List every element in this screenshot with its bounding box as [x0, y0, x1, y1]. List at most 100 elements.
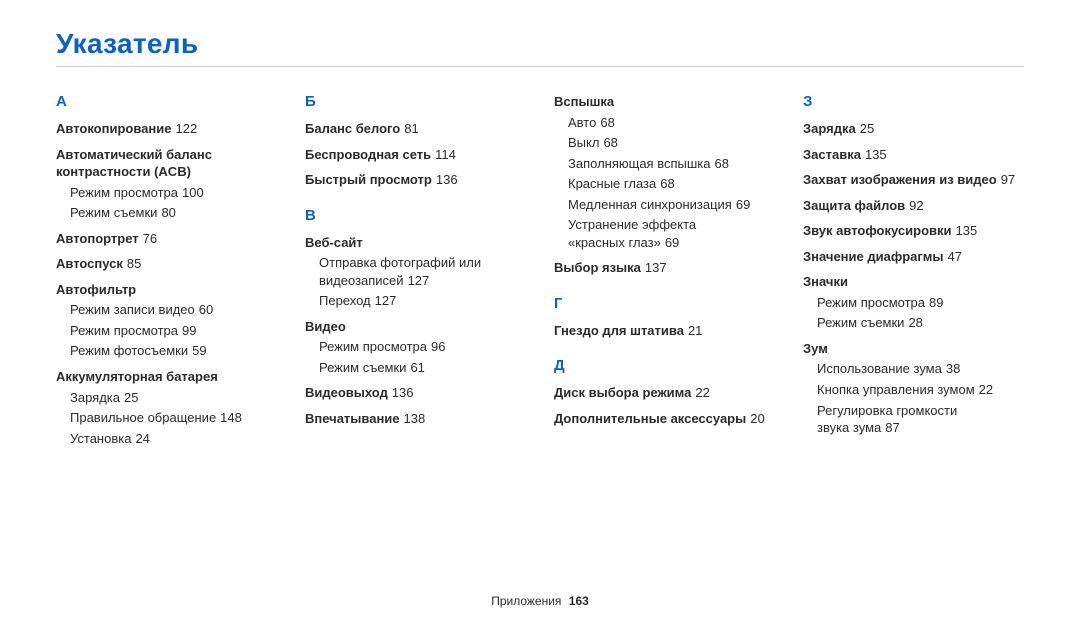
entry-autokopirovanie: Автокопирование 122 — [56, 120, 277, 138]
letter-g: Г — [554, 295, 775, 312]
sub-page: 69 — [736, 197, 750, 212]
sub-label: Правильное обращение — [70, 410, 216, 425]
entry-page: 20 — [750, 411, 764, 426]
sub-page: 80 — [161, 205, 175, 220]
sub-label: Режим съемки — [817, 315, 904, 330]
entry-aperture: Значение диафрагмы 47 — [803, 248, 1024, 266]
entry-page: 137 — [645, 260, 667, 275]
sub-zoom-use: Использование зума 38 — [817, 360, 1024, 378]
entry-whitebalance: Баланс белого 81 — [305, 120, 526, 138]
sub-label: Кнопка управления зумом — [817, 382, 975, 397]
footer: Приложения 163 — [0, 594, 1080, 608]
entry-video: Видео — [305, 318, 526, 336]
sub-page: 61 — [410, 360, 424, 375]
sub-web-nav: Переход 127 — [319, 292, 526, 310]
sub-page: 60 — [199, 302, 213, 317]
index-columns: А Автокопирование122 Автоматический бала… — [56, 93, 1024, 447]
sub-flash-slow: Медленная синхронизация 69 — [568, 196, 775, 214]
sub-af-photo: Режим фотосъемки59 — [70, 342, 277, 360]
entry-label: Баланс белого — [305, 121, 400, 136]
sub-label-line1: Отправка фотографий или — [319, 255, 481, 270]
letter-d: Д — [554, 357, 775, 374]
sub-page: 24 — [135, 431, 149, 446]
entry-videoout: Видеовыход 136 — [305, 384, 526, 402]
footer-section: Приложения — [491, 594, 561, 608]
sub-page: 68 — [603, 135, 617, 150]
entry-flash: Вспышка — [554, 93, 775, 111]
entry-label: Значение диафрагмы — [803, 249, 944, 264]
entry-accessories: Дополнительные аксессуары 20 — [554, 410, 775, 428]
entry-page: 85 — [127, 256, 141, 271]
sub-label: Медленная синхронизация — [568, 197, 732, 212]
entry-battery: Аккумуляторная батарея — [56, 368, 277, 386]
sub-label: Режим просмотра — [319, 339, 427, 354]
sub-page: 127 — [408, 273, 430, 288]
entry-page: 22 — [695, 385, 709, 400]
sub-label: Красные глаза — [568, 176, 656, 191]
page-title: Указатель — [56, 28, 1024, 60]
sub-label: Режим просмотра — [817, 295, 925, 310]
entry-charge: Зарядка 25 — [803, 120, 1024, 138]
sub-af-view: Режим просмотра99 — [70, 322, 277, 340]
entry-page: 136 — [436, 172, 458, 187]
entry-page: 114 — [435, 147, 456, 162]
entry-protect-files: Защита файлов92 — [803, 197, 1024, 215]
sub-page: 68 — [714, 156, 728, 171]
sub-batt-charge: Зарядка25 — [70, 389, 277, 407]
sub-page: 69 — [665, 235, 679, 250]
entry-page: 122 — [175, 121, 197, 136]
sub-zoom-sound: Регулировка громкостизвука зума87 — [817, 402, 1024, 437]
letter-v: В — [305, 207, 526, 224]
sub-video-shoot: Режим съемки 61 — [319, 359, 526, 377]
entry-page: 81 — [404, 121, 418, 136]
sub-label-line2: «красных глаз» — [568, 235, 661, 250]
sub-label: Режим съемки — [319, 360, 406, 375]
sub-page: 38 — [946, 361, 960, 376]
sub-label: Зарядка — [70, 390, 120, 405]
entry-quickview: Быстрый просмотр 136 — [305, 171, 526, 189]
entry-label: Гнездо для штатива — [554, 323, 684, 338]
entry-acb: Автоматический балансконтрастности (ACB) — [56, 146, 277, 181]
sub-label: Заполняющая вспышка — [568, 156, 710, 171]
sub-label: Переход — [319, 293, 371, 308]
sub-label: Режим просмотра — [70, 185, 178, 200]
entry-label-line2: контрастности (ACB) — [56, 164, 191, 179]
entry-label: Видеовыход — [305, 385, 388, 400]
sub-icons-view: Режим просмотра89 — [817, 294, 1024, 312]
sub-flash-redeye: Красные глаза 68 — [568, 175, 775, 193]
sub-flash-redeyefix: Устранение эффекта «красных глаз» 69 — [568, 216, 775, 251]
sub-label: Выкл — [568, 135, 599, 150]
sub-label: Режим просмотра — [70, 323, 178, 338]
sub-page: 127 — [375, 293, 397, 308]
entry-label: Автоспуск — [56, 256, 123, 271]
entry-label: Беспроводная сеть — [305, 147, 431, 162]
sub-label-line1: Регулировка громкости — [817, 403, 957, 418]
entry-label: Автокопирование — [56, 121, 171, 136]
sub-icons-shoot: Режим съемки 28 — [817, 314, 1024, 332]
sub-flash-auto: Авто68 — [568, 114, 775, 132]
sub-label: Режим съемки — [70, 205, 157, 220]
entry-label: Дополнительные аксессуары — [554, 411, 746, 426]
sub-batt-install: Установка24 — [70, 430, 277, 448]
entry-zoom: Зум — [803, 340, 1024, 358]
sub-page: 28 — [908, 315, 922, 330]
sub-label: Использование зума — [817, 361, 942, 376]
sub-zoom-button: Кнопка управления зумом 22 — [817, 381, 1024, 399]
sub-label-line1: Устранение эффекта — [568, 217, 696, 232]
entry-page: 21 — [688, 323, 702, 338]
entry-tripod: Гнездо для штатива 21 — [554, 322, 775, 340]
entry-timer: Автоспуск 85 — [56, 255, 277, 273]
entry-page: 47 — [948, 249, 962, 264]
sub-page: 22 — [979, 382, 993, 397]
entry-label: Выбор языка — [554, 260, 641, 275]
sub-page: 68 — [660, 176, 674, 191]
entry-page: 136 — [392, 385, 414, 400]
entry-page: 25 — [860, 121, 874, 136]
entry-icons: Значки — [803, 273, 1024, 291]
sub-page: 59 — [192, 343, 206, 358]
entry-label: Зарядка — [803, 121, 856, 136]
sub-acb-view: Режим просмотра100 — [70, 184, 277, 202]
entry-label: Защита файлов — [803, 198, 905, 213]
entry-label: Быстрый просмотр — [305, 172, 432, 187]
entry-website: Веб-сайт — [305, 234, 526, 252]
